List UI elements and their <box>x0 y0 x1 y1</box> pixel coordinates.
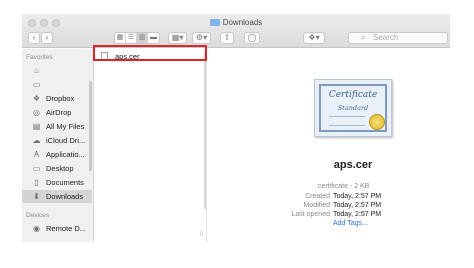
created-label: Created <box>305 193 330 200</box>
preview-file-name: aps.cer <box>333 159 373 171</box>
sidebar-item-label: AirDrop <box>46 108 72 117</box>
tag-icon: ◯ <box>247 33 257 42</box>
toolbar: Downloads ‹ › ▦ ☰ ▥ ▬ ▦▾ ⚙▾ ⇪ ◯ ❖▾ Searc… <box>22 14 450 48</box>
search-icon: ⌕ <box>361 33 366 42</box>
airdrop-icon: ◎ <box>33 107 40 117</box>
list-view-icon[interactable]: ☰ <box>126 33 137 43</box>
seal-icon <box>369 114 385 130</box>
modified-label: Modified <box>303 202 330 209</box>
sidebar-item-label: Applicatio... <box>46 150 85 159</box>
arrange-icon: ▦▾ <box>171 33 184 42</box>
modified-value: Today, 2:57 PM <box>333 202 382 209</box>
dropbox-icon: ❖▾ <box>308 33 320 42</box>
last-opened-value: Today, 2:57 PM <box>333 211 382 218</box>
home-icon: ⌂ <box>34 65 39 75</box>
sidebar-item-label: All My Files <box>46 122 85 131</box>
edit-tags-button[interactable]: ◯ <box>244 32 260 44</box>
sidebar-item-remote-disc[interactable]: ◉ Remote D... <box>22 222 92 235</box>
finder-window: Downloads ‹ › ▦ ☰ ▥ ▬ ▦▾ ⚙▾ ⇪ ◯ ❖▾ Searc… <box>22 14 450 242</box>
last-opened-label: Last opened <box>291 211 330 218</box>
sidebar-item-label: Dropbox <box>46 94 75 103</box>
sidebar-item-label: iCloud Dri... <box>46 136 86 145</box>
file-kind: certificate - 2 KB <box>318 183 370 190</box>
sidebar-item-airdrop[interactable]: ◎ AirDrop <box>22 106 92 119</box>
column-scrollbar[interactable] <box>204 51 206 209</box>
sidebar-item-folder[interactable]: ▭ <box>22 78 92 91</box>
sidebar-item-label: Downloads <box>46 192 84 201</box>
documents-icon: ▯ <box>34 177 39 187</box>
window-title-text: Downloads <box>222 18 263 27</box>
column-view-icon[interactable]: ▥ <box>137 33 148 43</box>
window-title: Downloads <box>22 18 450 27</box>
arrange-button[interactable]: ▦▾ <box>168 32 187 44</box>
sidebar-item-label: Documents <box>46 178 84 187</box>
certificate-border: Certificate Standard <box>319 84 387 132</box>
all-files-icon: ▤ <box>32 121 41 131</box>
selection-highlight-box <box>93 45 207 61</box>
sidebar-item-dropbox[interactable]: ❖ Dropbox <box>22 92 92 105</box>
back-button[interactable]: ‹ <box>28 32 40 44</box>
add-tags-link[interactable]: Add Tags... <box>333 220 368 227</box>
dropbox-icon: ❖ <box>32 93 41 103</box>
certificate-thumbnail: Certificate Standard <box>314 79 392 137</box>
certificate-subtitle: Standard <box>337 104 369 112</box>
desktop-icon: ▭ <box>32 163 41 173</box>
devices-heading: Devices <box>26 212 50 219</box>
sidebar-scrollbar[interactable] <box>89 81 92 171</box>
sidebar-item-all-my-files[interactable]: ▤ All My Files <box>22 120 92 133</box>
remote-disc-icon: ◉ <box>33 223 40 233</box>
share-icon: ⇪ <box>223 33 231 42</box>
sidebar-item-icloud-drive[interactable]: ☁ iCloud Dri... <box>22 134 92 147</box>
downloads-icon: ⬇ <box>33 191 40 201</box>
sidebar-item-desktop[interactable]: ▭ Desktop <box>22 162 92 175</box>
sidebar-item-downloads[interactable]: ⬇ Downloads <box>22 190 92 203</box>
cover-flow-icon[interactable]: ▬ <box>148 33 159 43</box>
sidebar-item-documents[interactable]: ▯ Documents <box>22 176 92 189</box>
action-button[interactable]: ⚙▾ <box>192 32 211 44</box>
sidebar-item-label: Remote D... <box>46 224 87 233</box>
preview-pane: Certificate Standard aps.cer certificate… <box>208 49 450 242</box>
sidebar-item-applications[interactable]: A Applicatio... <box>22 148 92 161</box>
sidebar-item-label: Desktop <box>46 164 74 173</box>
created-value: Today, 2:57 PM <box>333 193 382 200</box>
gear-icon: ⚙▾ <box>195 33 208 42</box>
favorites-heading: Favorites <box>26 54 53 61</box>
sidebar-item-home[interactable]: ⌂ <box>22 64 92 77</box>
dropbox-button[interactable]: ❖▾ <box>303 32 325 44</box>
file-column: aps.cer || <box>95 49 207 242</box>
forward-button[interactable]: › <box>41 32 53 44</box>
certificate-title: Certificate <box>328 90 378 100</box>
icon-view-icon[interactable]: ▦ <box>115 33 126 43</box>
view-mode-control[interactable]: ▦ ☰ ▥ ▬ <box>114 32 160 44</box>
sidebar: Favorites ⌂ ▭ ❖ Dropbox ◎ AirDrop ▤ All … <box>22 49 94 242</box>
certificate-lines <box>329 116 365 126</box>
folder-icon <box>209 19 220 26</box>
cloud-icon: ☁ <box>32 135 41 145</box>
applications-icon: A <box>33 149 40 159</box>
column-resize-handle[interactable]: || <box>200 231 203 237</box>
folder-icon: ▭ <box>32 79 41 89</box>
share-button[interactable]: ⇪ <box>220 32 234 44</box>
